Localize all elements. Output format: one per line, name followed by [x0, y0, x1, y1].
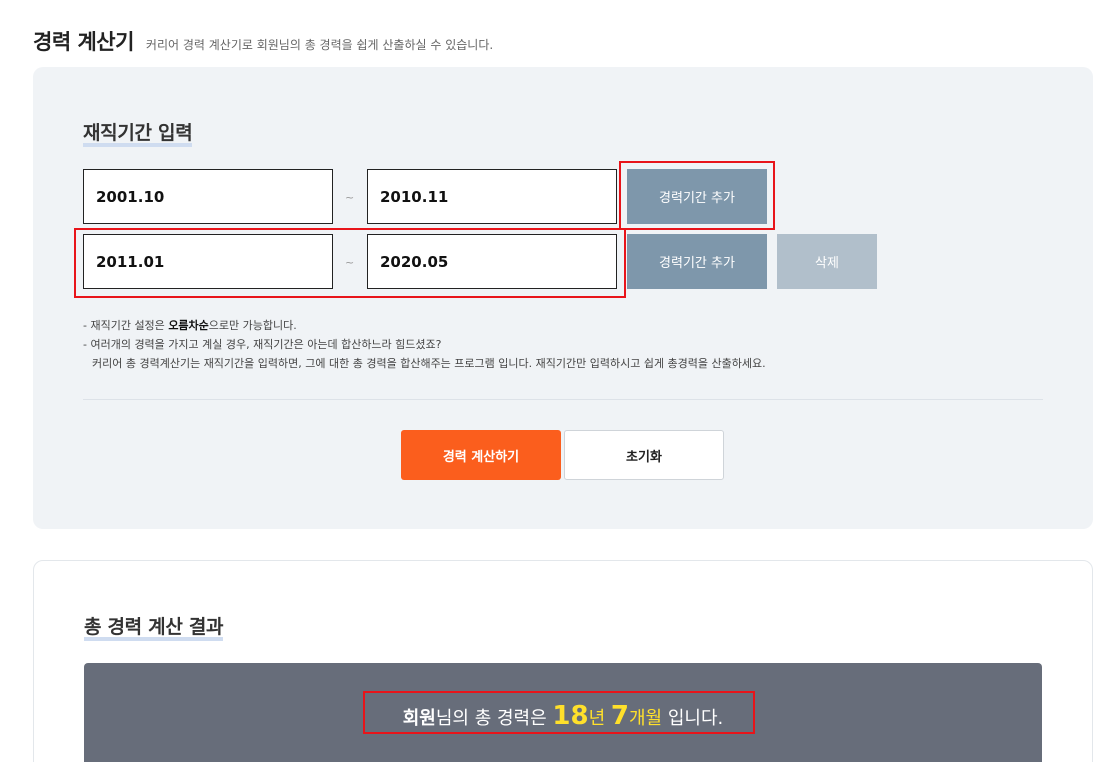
- career-input-panel: 재직기간 입력 2001.10 ~ 2010.11 경력기간 추가 2011.0…: [33, 67, 1093, 529]
- result-name: 회원: [402, 708, 436, 729]
- result-months: 7: [610, 701, 629, 731]
- period-1-end-input[interactable]: 2010.11: [367, 169, 617, 224]
- result-text: 회원님의 총 경력은 18년 7개월 입니다.: [84, 701, 1042, 731]
- note-line-3: 커리어 총 경력계산기는 재직기간을 입력하면, 그에 대한 총 경력을 합산해…: [92, 357, 766, 370]
- result-text-before: 님의 총 경력은: [435, 708, 553, 729]
- divider: [83, 399, 1043, 400]
- note-line-1-prefix: - 재직기간 설정은: [83, 319, 169, 332]
- result-months-unit: 개월: [628, 708, 663, 729]
- add-period-button-2[interactable]: 경력기간 추가: [627, 234, 767, 289]
- result-section-heading: 총 경력 계산 결과: [84, 612, 224, 641]
- page-subtitle: 커리어 경력 계산기로 회원님의 총 경력을 쉽게 산출하실 수 있습니다.: [145, 38, 494, 52]
- reset-button[interactable]: 초기화: [564, 430, 724, 480]
- result-years-unit: 년: [588, 708, 606, 729]
- result-text-after: 입니다.: [662, 708, 724, 729]
- note-line-1-bold: 오름차순: [168, 319, 209, 332]
- note-line-1-suffix: 으로만 가능합니다.: [208, 319, 297, 332]
- input-section-heading: 재직기간 입력: [83, 118, 193, 147]
- delete-period-button-2[interactable]: 삭제: [777, 234, 877, 289]
- note-line-2: - 여러개의 경력을 가지고 계실 경우, 재직기간은 아는데 합산하느라 힘드…: [83, 338, 442, 351]
- result-panel: 총 경력 계산 결과 회원님의 총 경력은 18년 7개월 입니다.: [33, 560, 1093, 762]
- add-period-button-1[interactable]: 경력기간 추가: [627, 169, 767, 224]
- result-years: 18: [552, 701, 589, 731]
- page-title: 경력 계산기: [33, 30, 134, 54]
- period-1-start-input[interactable]: 2001.10: [83, 169, 333, 224]
- period-row-1: 2001.10 ~ 2010.11 경력기간 추가: [83, 169, 883, 224]
- page-header: 경력 계산기 커리어 경력 계산기로 회원님의 총 경력을 쉽게 산출하실 수 …: [33, 26, 493, 56]
- period-row-2: 2011.01 ~ 2020.05 경력기간 추가 삭제: [83, 234, 883, 289]
- note-line-1: - 재직기간 설정은 오름차순으로만 가능합니다.: [83, 316, 766, 335]
- period-2-start-input[interactable]: 2011.01: [83, 234, 333, 289]
- period-1-separator: ~: [345, 191, 355, 204]
- period-2-end-input[interactable]: 2020.05: [367, 234, 617, 289]
- notes: - 재직기간 설정은 오름차순으로만 가능합니다. - 여러개의 경력을 가지고…: [83, 316, 766, 373]
- result-box: 회원님의 총 경력은 18년 7개월 입니다.: [84, 663, 1042, 762]
- calculate-button[interactable]: 경력 계산하기: [401, 430, 561, 480]
- input-section-heading-text: 재직기간 입력: [83, 118, 193, 147]
- result-section-heading-text: 총 경력 계산 결과: [84, 612, 224, 641]
- period-2-separator: ~: [345, 256, 355, 269]
